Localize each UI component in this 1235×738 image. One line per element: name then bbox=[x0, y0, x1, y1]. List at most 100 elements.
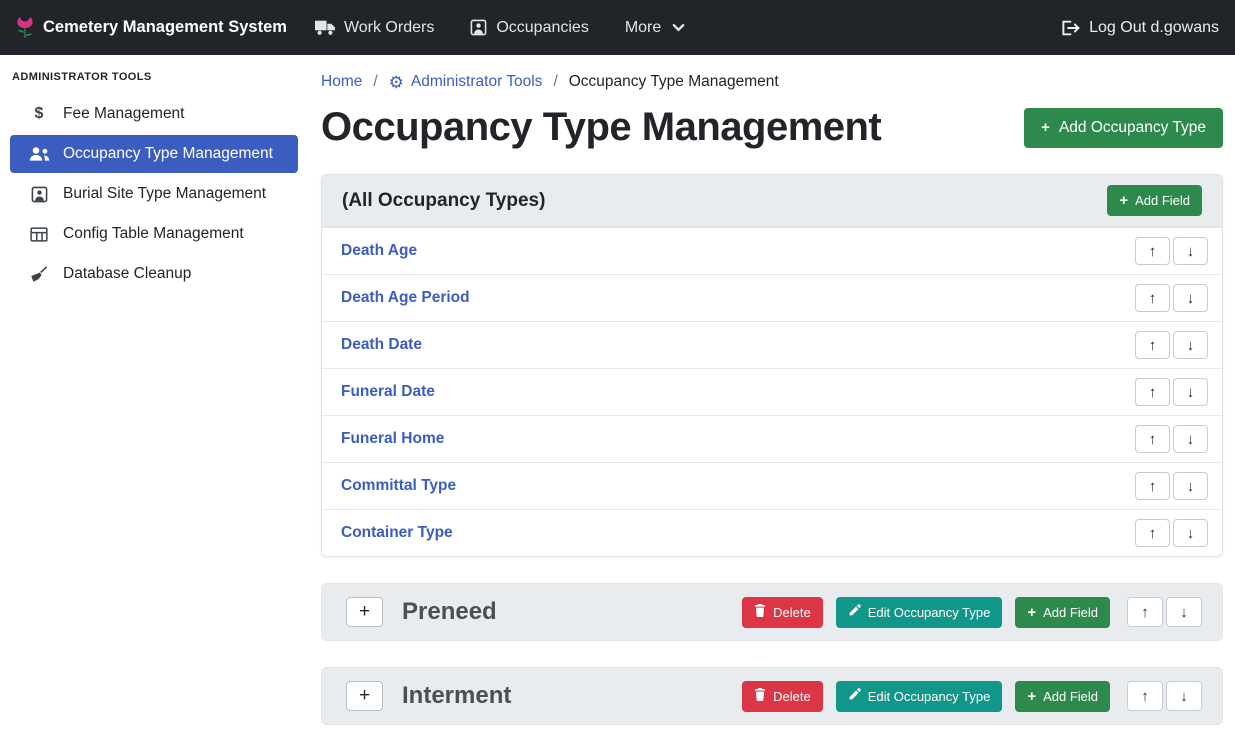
nav-more[interactable]: More bbox=[625, 19, 685, 37]
gear-icon: ⚙ bbox=[389, 74, 404, 91]
title-row: Occupancy Type Management + Add Occupanc… bbox=[321, 105, 1223, 150]
arrow-down-icon: ↓ bbox=[1187, 290, 1195, 307]
move-down-button[interactable]: ↓ bbox=[1173, 472, 1208, 500]
reorder-buttons: ↑ ↓ bbox=[1135, 425, 1208, 453]
card-header: (All Occupancy Types) + Add Field bbox=[322, 175, 1222, 227]
move-up-button[interactable]: ↑ bbox=[1135, 472, 1170, 500]
truck-icon bbox=[315, 20, 335, 36]
reorder-buttons: ↑ ↓ bbox=[1135, 472, 1208, 500]
move-up-button[interactable]: ↑ bbox=[1135, 425, 1170, 453]
move-down-button[interactable]: ↓ bbox=[1173, 425, 1208, 453]
top-navbar: Cemetery Management System Work Orders bbox=[0, 0, 1235, 55]
arrow-up-icon: ↑ bbox=[1149, 431, 1157, 448]
sidebar-item-occupancy-type-management[interactable]: Occupancy Type Management bbox=[10, 135, 298, 173]
card-title: (All Occupancy Types) bbox=[342, 190, 545, 212]
sidebar-item-label: Database Cleanup bbox=[63, 265, 191, 283]
field-row: Death Age Period ↑ ↓ bbox=[322, 274, 1222, 321]
arrow-down-icon: ↓ bbox=[1180, 688, 1188, 705]
trash-icon bbox=[754, 604, 766, 620]
reorder-buttons: ↑ ↓ bbox=[1135, 284, 1208, 312]
move-down-button[interactable]: ↓ bbox=[1173, 519, 1208, 547]
logout-link[interactable]: Log Out d.gowans bbox=[1061, 19, 1219, 37]
edit-occupancy-type-button[interactable]: Edit Occupancy Type bbox=[836, 681, 1003, 712]
nav-occupancies[interactable]: Occupancies bbox=[470, 19, 589, 37]
breadcrumb-home-link[interactable]: Home bbox=[321, 73, 362, 91]
field-link[interactable]: Funeral Home bbox=[336, 430, 444, 448]
arrow-down-icon: ↓ bbox=[1187, 431, 1195, 448]
expand-button[interactable]: + bbox=[346, 597, 383, 627]
move-up-button[interactable]: ↑ bbox=[1135, 331, 1170, 359]
logout-icon bbox=[1061, 20, 1080, 36]
move-down-button[interactable]: ↓ bbox=[1173, 237, 1208, 265]
app-brand[interactable]: Cemetery Management System bbox=[16, 16, 287, 40]
section-actions: Delete Edit Occupancy Type + Add Field bbox=[742, 681, 1202, 712]
arrow-down-icon: ↓ bbox=[1187, 243, 1195, 260]
field-link[interactable]: Funeral Date bbox=[336, 383, 435, 401]
edit-occupancy-type-button[interactable]: Edit Occupancy Type bbox=[836, 597, 1003, 628]
sidebar-item-database-cleanup[interactable]: Database Cleanup bbox=[10, 255, 298, 293]
move-up-button[interactable]: ↑ bbox=[1127, 681, 1163, 711]
move-up-button[interactable]: ↑ bbox=[1135, 378, 1170, 406]
sidebar-item-label: Config Table Management bbox=[63, 225, 244, 243]
all-occupancy-types-card: (All Occupancy Types) + Add Field Death … bbox=[321, 174, 1223, 557]
add-field-button[interactable]: + Add Field bbox=[1015, 597, 1110, 628]
breadcrumb-separator: / bbox=[553, 73, 557, 91]
breadcrumb-separator: / bbox=[373, 73, 377, 91]
sidebar-item-burial-site-type-management[interactable]: Burial Site Type Management bbox=[10, 175, 298, 213]
arrow-up-icon: ↑ bbox=[1149, 384, 1157, 401]
brand-title: Cemetery Management System bbox=[43, 18, 287, 37]
trash-icon bbox=[754, 688, 766, 704]
add-field-button[interactable]: + Add Field bbox=[1107, 185, 1202, 216]
move-up-button[interactable]: ↑ bbox=[1135, 284, 1170, 312]
nav-more-label: More bbox=[625, 19, 661, 37]
breadcrumb-admin-tools-link[interactable]: ⚙ Administrator Tools bbox=[389, 73, 543, 91]
arrow-down-icon: ↓ bbox=[1180, 604, 1188, 621]
arrow-up-icon: ↑ bbox=[1149, 243, 1157, 260]
plus-icon: + bbox=[1027, 689, 1036, 704]
move-down-button[interactable]: ↓ bbox=[1166, 681, 1202, 711]
move-down-button[interactable]: ↓ bbox=[1173, 331, 1208, 359]
field-row: Death Age ↑ ↓ bbox=[322, 227, 1222, 274]
move-up-button[interactable]: ↑ bbox=[1127, 597, 1163, 627]
field-row: Funeral Home ↑ ↓ bbox=[322, 415, 1222, 462]
arrow-up-icon: ↑ bbox=[1149, 525, 1157, 542]
field-link[interactable]: Container Type bbox=[336, 524, 453, 542]
field-link[interactable]: Committal Type bbox=[336, 477, 456, 495]
arrow-up-icon: ↑ bbox=[1149, 290, 1157, 307]
dollar-icon: $ bbox=[28, 105, 50, 123]
field-link[interactable]: Death Age bbox=[336, 242, 417, 260]
sidebar-item-config-table-management[interactable]: Config Table Management bbox=[10, 215, 298, 253]
expand-button[interactable]: + bbox=[346, 681, 383, 711]
reorder-buttons: ↑ ↓ bbox=[1127, 681, 1202, 711]
field-link[interactable]: Death Date bbox=[336, 336, 422, 354]
sidebar-item-fee-management[interactable]: $ Fee Management bbox=[10, 95, 298, 133]
sidebar-item-label: Occupancy Type Management bbox=[63, 145, 273, 163]
users-icon bbox=[28, 146, 50, 162]
move-up-button[interactable]: ↑ bbox=[1135, 237, 1170, 265]
nav-work-orders[interactable]: Work Orders bbox=[315, 19, 434, 37]
add-occupancy-type-button[interactable]: + Add Occupancy Type bbox=[1024, 108, 1223, 148]
move-down-button[interactable]: ↓ bbox=[1166, 597, 1202, 627]
arrow-down-icon: ↓ bbox=[1187, 337, 1195, 354]
pencil-icon bbox=[848, 688, 861, 704]
arrow-down-icon: ↓ bbox=[1187, 525, 1195, 542]
arrow-down-icon: ↓ bbox=[1187, 478, 1195, 495]
delete-button[interactable]: Delete bbox=[742, 597, 823, 628]
delete-button[interactable]: Delete bbox=[742, 681, 823, 712]
arrow-up-icon: ↑ bbox=[1149, 337, 1157, 354]
field-row: Death Date ↑ ↓ bbox=[322, 321, 1222, 368]
plus-icon: + bbox=[359, 601, 370, 623]
plus-icon: + bbox=[359, 685, 370, 707]
move-down-button[interactable]: ↓ bbox=[1173, 284, 1208, 312]
reorder-buttons: ↑ ↓ bbox=[1135, 519, 1208, 547]
field-link[interactable]: Death Age Period bbox=[336, 289, 470, 307]
main-content: Home / ⚙ Administrator Tools / Occupancy… bbox=[310, 55, 1235, 738]
move-up-button[interactable]: ↑ bbox=[1135, 519, 1170, 547]
nav-links: Work Orders Occupancies More bbox=[315, 19, 685, 37]
flower-logo-icon bbox=[16, 16, 34, 40]
add-field-button[interactable]: + Add Field bbox=[1015, 681, 1110, 712]
pencil-icon bbox=[848, 604, 861, 620]
move-down-button[interactable]: ↓ bbox=[1173, 378, 1208, 406]
field-row: Committal Type ↑ ↓ bbox=[322, 462, 1222, 509]
occupancy-type-section-preneed: + Preneed Delete bbox=[321, 583, 1223, 641]
